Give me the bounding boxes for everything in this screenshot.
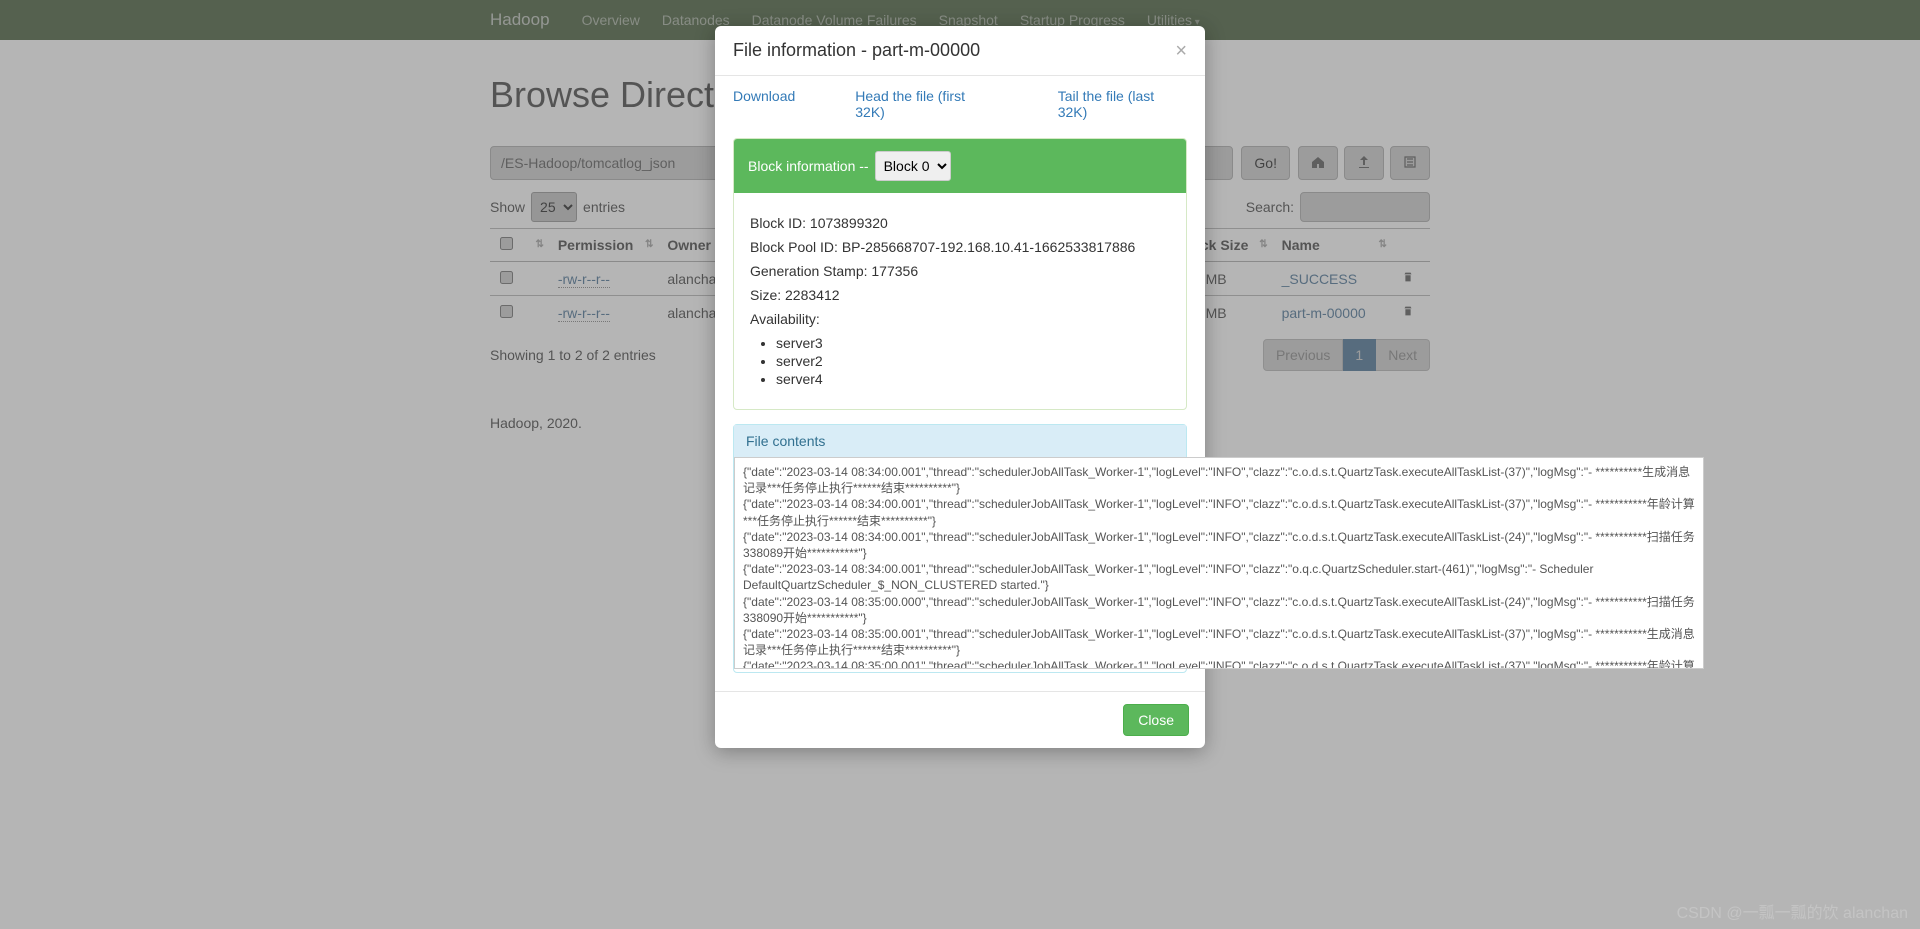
generation-stamp: Generation Stamp: 177356 xyxy=(750,263,1170,279)
file-contents-heading: File contents xyxy=(734,425,1186,457)
avail-server: server2 xyxy=(776,353,1170,369)
modal-title: File information - part-m-00000 xyxy=(733,40,980,61)
block-pool-id: Block Pool ID: BP-285668707-192.168.10.4… xyxy=(750,239,1170,255)
avail-server: server3 xyxy=(776,335,1170,351)
modal-close-x[interactable]: × xyxy=(1175,41,1187,61)
file-contents-textarea[interactable] xyxy=(734,457,1704,669)
head-link[interactable]: Head the file (first 32K) xyxy=(855,88,997,120)
avail-server: server4 xyxy=(776,371,1170,387)
availability-list: server3 server2 server4 xyxy=(750,335,1170,387)
availability-label: Availability: xyxy=(750,311,1170,327)
block-heading: Block information -- xyxy=(748,158,869,174)
block-select[interactable]: Block 0 xyxy=(875,151,951,181)
watermark: CSDN @一瓢一瓢的饮 alanchan xyxy=(1677,899,1908,923)
close-button[interactable]: Close xyxy=(1123,704,1189,736)
download-link[interactable]: Download xyxy=(733,88,795,120)
block-size: Size: 2283412 xyxy=(750,287,1170,303)
file-info-modal: File information - part-m-00000 × Downlo… xyxy=(715,26,1205,748)
block-info-panel: Block information -- Block 0 Block ID: 1… xyxy=(733,138,1187,410)
tail-link[interactable]: Tail the file (last 32K) xyxy=(1058,88,1187,120)
file-contents-panel: File contents xyxy=(733,424,1187,673)
block-id: Block ID: 1073899320 xyxy=(750,215,1170,231)
